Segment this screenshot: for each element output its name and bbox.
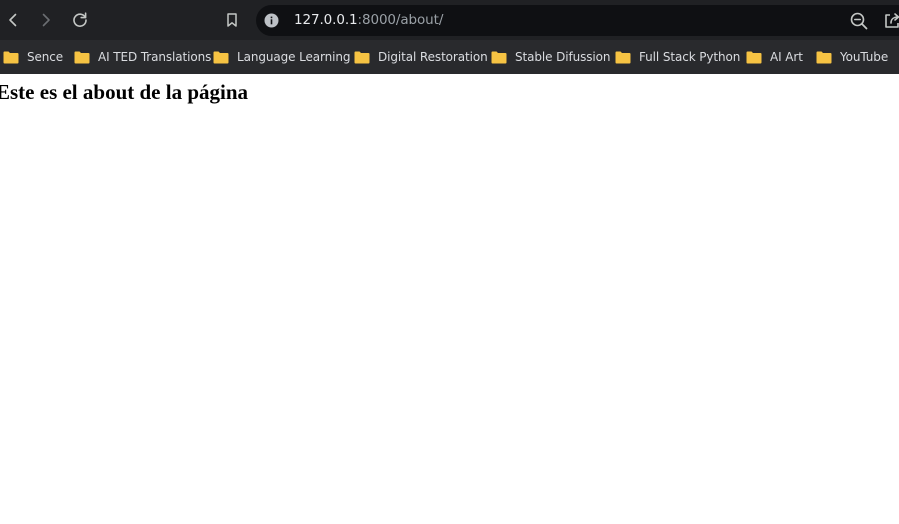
page-content: Este es el about de la página: [0, 74, 899, 524]
chevron-right-icon: [42, 13, 50, 27]
bookmark-label: Digital Restoration: [378, 50, 488, 64]
bookmarks-bar: Sence AI TED Translations Language Learn…: [0, 40, 899, 74]
bookmark-folder-stable-difussion[interactable]: Stable Difussion: [491, 47, 611, 67]
info-icon[interactable]: [264, 13, 279, 28]
folder-icon: [816, 51, 832, 63]
bookmark-folder-full-stack-python[interactable]: Full Stack Python: [615, 47, 740, 67]
bookmark-folder-ai-ted-translations[interactable]: AI TED Translations: [74, 47, 211, 67]
bookmark-label: YouTube: [840, 50, 889, 64]
bookmark-label: Full Stack Python: [639, 50, 741, 64]
bookmark-label: AI Art: [770, 50, 803, 64]
folder-icon: [491, 51, 507, 63]
bookmark-button[interactable]: [220, 8, 244, 32]
url-host: 127.0.0.1: [294, 12, 358, 28]
folder-icon: [746, 51, 762, 63]
url-path: :8000/about/: [357, 12, 444, 28]
folder-icon: [3, 51, 19, 63]
folder-icon: [354, 51, 370, 63]
bookmark-label: Stable Difussion: [515, 50, 611, 64]
folder-icon: [213, 51, 229, 63]
reload-button[interactable]: [68, 8, 92, 32]
bookmark-folder-youtube[interactable]: YouTube: [816, 47, 888, 67]
back-button[interactable]: [1, 8, 25, 32]
bookmark-folder-digital-restoration[interactable]: Digital Restoration: [354, 47, 488, 67]
page-heading: Este es el about de la página: [0, 80, 249, 104]
bookmark-icon: [227, 13, 237, 27]
browser-toolbar: 127.0.0.1:8000/about/: [0, 0, 899, 40]
share-icon[interactable]: [882, 11, 899, 31]
reload-icon: [73, 12, 87, 27]
zoom-out-icon[interactable]: [849, 11, 869, 31]
bookmark-folder-language-learning[interactable]: Language Learning: [213, 47, 351, 67]
folder-icon: [615, 51, 631, 63]
bookmark-label: Sence: [27, 50, 64, 64]
address-bar[interactable]: 127.0.0.1:8000/about/: [256, 5, 899, 36]
bookmark-folder-ai-art[interactable]: AI Art: [746, 47, 803, 67]
folder-icon: [74, 51, 90, 63]
url-text[interactable]: 127.0.0.1:8000/about/: [294, 12, 443, 29]
forward-button[interactable]: [34, 8, 58, 32]
bookmark-label: Language Learning: [237, 50, 351, 64]
chevron-left-icon: [9, 13, 17, 27]
bookmark-label: AI TED Translations: [98, 50, 212, 64]
bookmark-folder-sence[interactable]: Sence: [3, 47, 63, 67]
